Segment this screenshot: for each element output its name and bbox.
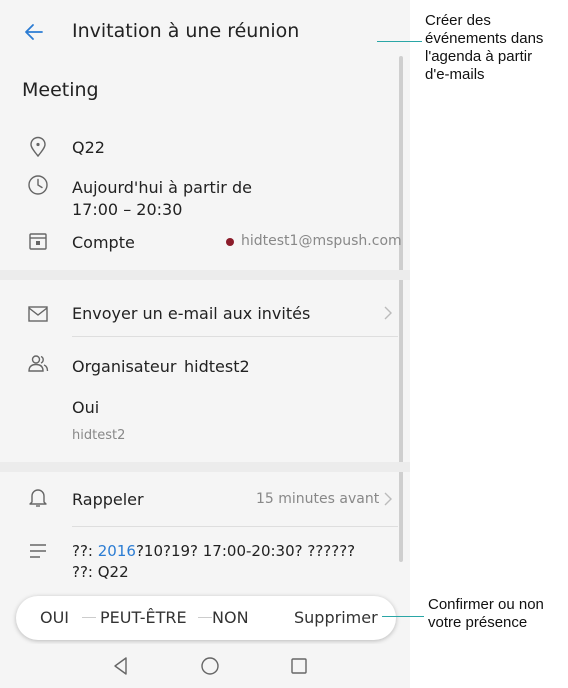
row-divider [72, 526, 398, 527]
action-separator [82, 617, 96, 618]
annotation-line-bottom [382, 616, 424, 617]
nav-recent-icon[interactable] [288, 655, 310, 677]
account-email: hidtest1@mspush.com [241, 233, 402, 249]
organizer-name: hidtest2 [184, 357, 250, 376]
account-label: Compte [72, 233, 135, 252]
reminder-value: 15 minutes avant [256, 491, 380, 507]
location-pin-icon [30, 136, 46, 158]
people-icon [28, 355, 49, 372]
annotation-bottom: Confirmer ou non votre présence [428, 596, 544, 632]
annotation-line-top [377, 41, 422, 42]
response-user: hidtest2 [72, 428, 126, 443]
description-line1: ??: 2016?10?19? 17:00-20:30? ?????? [72, 542, 355, 560]
organizer-label: Organisateur [72, 357, 177, 376]
event-location: Q22 [72, 138, 105, 157]
nav-back-icon[interactable] [110, 655, 132, 677]
response-status: Oui [72, 398, 100, 417]
clock-icon [28, 175, 48, 195]
annotation-bottom-line: Confirmer ou non [428, 596, 544, 613]
event-title: Meeting [22, 79, 99, 101]
annotation-top-line: d'e-mails [425, 66, 485, 83]
response-action-bar: OUI PEUT-ÊTRE NON Supprimer [16, 596, 396, 640]
annotation-bottom-line: votre présence [428, 614, 528, 631]
event-time-line1: Aujourd'hui à partir de [72, 178, 252, 197]
app-bar: Invitation à une réunion [0, 0, 410, 62]
description-year-link[interactable]: 2016 [98, 542, 136, 560]
event-time-line2: 17:00 – 20:30 [72, 200, 183, 219]
text-lines-icon [30, 544, 46, 558]
annotation-top-line: Créer des [425, 12, 491, 29]
system-nav-bar [0, 644, 410, 688]
back-arrow-icon[interactable] [22, 20, 46, 44]
chevron-right-icon [384, 492, 392, 506]
nav-home-icon[interactable] [199, 655, 221, 677]
maybe-button[interactable]: PEUT-ÊTRE [100, 608, 187, 627]
no-button[interactable]: NON [212, 608, 249, 627]
section-divider [0, 270, 410, 280]
row-divider [72, 336, 398, 337]
phone-screen: Invitation à une réunion Meeting Q22 Auj… [0, 0, 410, 688]
annotation-top: Créer des événements dans l'agenda à par… [425, 12, 543, 84]
account-color-dot [226, 238, 234, 246]
page-title: Invitation à une réunion [72, 20, 300, 42]
email-invitees-button[interactable]: Envoyer un e-mail aux invités [72, 304, 310, 323]
bell-icon [29, 489, 47, 507]
calendar-icon [29, 233, 47, 250]
action-separator [198, 617, 212, 618]
yes-button[interactable]: OUI [40, 608, 69, 627]
description-prefix: ??: [72, 542, 98, 560]
scrollbar[interactable] [399, 56, 403, 562]
delete-button[interactable]: Supprimer [294, 608, 378, 627]
envelope-icon [28, 306, 48, 322]
annotation-top-line: l'agenda à partir [425, 48, 533, 65]
description-line2: ??: Q22 [72, 563, 129, 581]
chevron-right-icon [384, 306, 392, 320]
description-suffix: ?10?19? 17:00-20:30? ?????? [135, 542, 356, 560]
section-divider [0, 462, 410, 472]
annotation-top-line: événements dans [425, 30, 544, 47]
reminder-label[interactable]: Rappeler [72, 490, 144, 509]
